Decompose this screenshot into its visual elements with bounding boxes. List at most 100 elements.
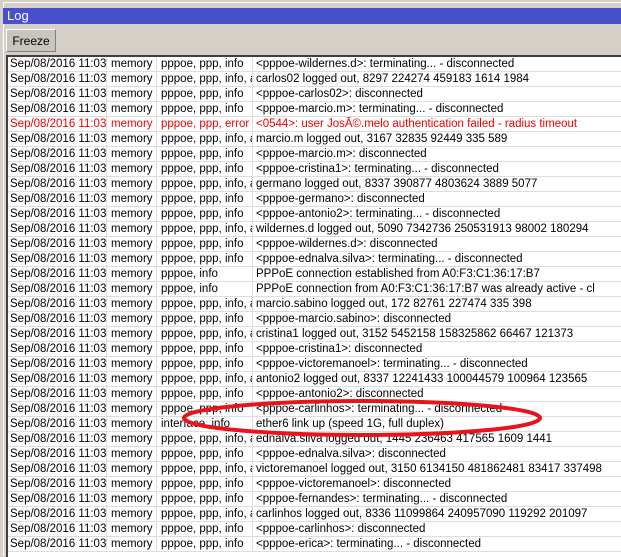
log-buffer: memory — [107, 222, 157, 236]
log-topics: pppoe, ppp, info — [157, 312, 253, 326]
log-time: Sep/08/2016 11:03:24 — [10, 192, 107, 206]
log-row[interactable]: Sep/08/2016 11:03:24memorypppoe, ppp, in… — [8, 432, 621, 447]
log-buffer: memory — [107, 477, 157, 491]
log-buffer: memory — [107, 267, 157, 281]
log-message: marcio.m logged out, 3167 32835 92449 33… — [256, 133, 508, 145]
log-message: <pppoe-marcio.m>: disconnected — [256, 148, 427, 160]
log-row[interactable]: Sep/08/2016 11:03:24memorypppoe, ppp, in… — [8, 192, 621, 207]
log-row[interactable]: Sep/08/2016 11:03:23memorypppoe, ppp, in… — [8, 147, 621, 162]
log-topics: pppoe, ppp, info, acc... — [157, 507, 253, 521]
log-row[interactable]: Sep/08/2016 11:03:24memorypppoe, ppp, in… — [8, 207, 621, 222]
log-row[interactable]: Sep/08/2016 11:03:23memorypppoe, ppp, in… — [8, 87, 621, 102]
log-buffer: memory — [107, 177, 157, 191]
log-row[interactable]: Sep/08/2016 11:03:24memorypppoe, ppp, in… — [8, 477, 621, 492]
log-topics: pppoe, ppp, info — [157, 492, 253, 506]
log-message: <pppoe-cristina1>: disconnected — [256, 343, 423, 355]
log-row[interactable]: Sep/08/2016 11:03:24memoryinterface, inf… — [8, 417, 621, 432]
log-topics: pppoe, ppp, info — [157, 87, 253, 101]
log-row[interactable]: Sep/08/2016 11:03:23memorypppoe, ppp, in… — [8, 162, 621, 177]
log-row[interactable]: Sep/08/2016 11:03:24memorypppoe, ppp, in… — [8, 237, 621, 252]
log-row[interactable]: Sep/08/2016 11:03:24memorypppoe, infoPPP… — [8, 267, 621, 282]
log-buffer: memory — [107, 252, 157, 266]
log-row[interactable]: Sep/08/2016 11:03:24memorypppoe, ppp, in… — [8, 492, 621, 507]
log-time: Sep/08/2016 11:03:23 — [10, 117, 107, 131]
log-buffer: memory — [107, 297, 157, 311]
log-topics: pppoe, ppp, info, acc... — [157, 72, 253, 86]
log-topics: pppoe, ppp, info, acc... — [157, 327, 253, 341]
log-buffer: memory — [107, 147, 157, 161]
log-message: <pppoe-erica>: terminating... - disconne… — [256, 538, 482, 550]
log-row[interactable]: Sep/08/2016 11:03:24memorypppoe, ppp, in… — [8, 462, 621, 477]
log-row[interactable]: Sep/08/2016 11:03:24memorypppoe, ppp, in… — [8, 507, 621, 522]
freeze-button[interactable]: Freeze — [6, 29, 56, 52]
log-topics: pppoe, ppp, info — [157, 237, 253, 251]
log-row[interactable]: Sep/08/2016 11:03:22memorypppoe, ppp, in… — [8, 57, 621, 72]
log-topics: pppoe, info — [157, 267, 253, 281]
log-row[interactable]: Sep/08/2016 11:03:24memorypppoe, ppp, in… — [8, 177, 621, 192]
log-time: Sep/08/2016 11:03:24 — [10, 537, 107, 551]
log-row[interactable]: Sep/08/2016 11:03:24memorypppoe, ppp, in… — [8, 387, 621, 402]
log-row[interactable]: Sep/08/2016 11:03:24memorypppoe, ppp, in… — [8, 357, 621, 372]
log-row[interactable]: Sep/08/2016 11:03:24memorypppoe, ppp, in… — [8, 342, 621, 357]
log-row[interactable]: Sep/08/2016 11:03:24memorypppoe, ppp, in… — [8, 312, 621, 327]
log-message: ether6 link up (speed 1G, full duplex) — [256, 418, 444, 430]
log-time: Sep/08/2016 11:03:24 — [10, 462, 107, 476]
log-time: Sep/08/2016 11:03:24 — [10, 522, 107, 536]
log-row[interactable]: Sep/08/2016 11:03:24memorypppoe, ppp, in… — [8, 327, 621, 342]
log-buffer: memory — [107, 162, 157, 176]
log-buffer: memory — [107, 57, 157, 71]
log-message: <pppoe-victoremanoel>: terminating... - … — [256, 358, 528, 370]
log-topics: pppoe, ppp, info — [157, 447, 253, 461]
log-buffer: memory — [107, 102, 157, 116]
log-time: Sep/08/2016 11:03:24 — [10, 387, 107, 401]
log-buffer: memory — [107, 417, 157, 431]
log-topics: pppoe, ppp, info, acc... — [157, 372, 253, 386]
log-time: Sep/08/2016 11:03:24 — [10, 342, 107, 356]
log-time: Sep/08/2016 11:03:23 — [10, 147, 107, 161]
log-topics: pppoe, ppp, info — [157, 522, 253, 536]
log-buffer: memory — [107, 537, 157, 551]
log-topics: pppoe, ppp, error — [157, 117, 253, 131]
log-topics: pppoe, ppp, info — [157, 162, 253, 176]
log-message: <pppoe-carlinhos>: terminating... - disc… — [256, 403, 503, 415]
log-time: Sep/08/2016 11:03:24 — [10, 477, 107, 491]
log-message: PPPoE connection from A0:F3:C1:36:17:B7 … — [256, 283, 595, 295]
log-row[interactable]: Sep/08/2016 11:03:24memorypppoe, ppp, in… — [8, 537, 621, 552]
log-time: Sep/08/2016 11:03:24 — [10, 402, 107, 416]
log-topics: pppoe, ppp, info, acc... — [157, 297, 253, 311]
log-message: <pppoe-wildernes.d>: terminating... - di… — [256, 58, 515, 70]
log-row[interactable]: Sep/08/2016 11:03:24memorypppoe, ppp, in… — [8, 252, 621, 267]
log-row[interactable]: Sep/08/2016 11:03:24memorypppoe, ppp, in… — [8, 522, 621, 537]
log-buffer: memory — [107, 207, 157, 221]
log-row[interactable]: Sep/08/2016 11:03:24memorypppoe, infoPPP… — [8, 282, 621, 297]
log-time: Sep/08/2016 11:03:24 — [10, 447, 107, 461]
log-topics: pppoe, ppp, info — [157, 477, 253, 491]
log-message: germano logged out, 8337 390877 4803624 … — [256, 178, 538, 190]
log-time: Sep/08/2016 11:03:24 — [10, 297, 107, 311]
log-topics: pppoe, ppp, info — [157, 387, 253, 401]
log-message: <pppoe-germano>: disconnected — [256, 193, 425, 205]
log-message: <pppoe-carlinhos>: disconnected — [256, 523, 426, 535]
log-topics: pppoe, ppp, info — [157, 147, 253, 161]
log-row[interactable]: Sep/08/2016 11:03:23memorypppoe, ppp, in… — [8, 102, 621, 117]
log-row[interactable]: Sep/08/2016 11:03:24memorypppoe, ppp, in… — [8, 372, 621, 387]
log-topics: pppoe, ppp, info — [157, 192, 253, 206]
log-buffer: memory — [107, 87, 157, 101]
log-row[interactable]: Sep/08/2016 11:03:23memorypppoe, ppp, er… — [8, 117, 621, 132]
log-row[interactable]: Sep/08/2016 11:03:24memorypppoe, ppp, in… — [8, 222, 621, 237]
log-message: <pppoe-ednalva.silva>: terminating... - … — [256, 253, 523, 265]
log-list[interactable]: Sep/08/2016 11:03:22memorypppoe, ppp, in… — [6, 55, 621, 557]
log-row[interactable]: Sep/08/2016 11:03:24memorypppoe, ppp, in… — [8, 447, 621, 462]
log-row[interactable]: Sep/08/2016 11:03:23memorypppoe, ppp, in… — [8, 132, 621, 147]
log-row[interactable]: Sep/08/2016 11:03:23memorypppoe, ppp, in… — [8, 72, 621, 87]
log-row[interactable]: Sep/08/2016 11:03:24memorypppoe, ppp, in… — [8, 402, 621, 417]
log-message: carlos02 logged out, 8297 224274 459183 … — [256, 73, 530, 85]
log-topics: interface, info — [157, 417, 253, 431]
log-time: Sep/08/2016 11:03:24 — [10, 207, 107, 221]
log-buffer: memory — [107, 507, 157, 521]
log-message: <pppoe-ednalva.silva>: disconnected — [256, 448, 446, 460]
log-row[interactable]: Sep/08/2016 11:03:24memorypppoe, ppp, in… — [8, 297, 621, 312]
log-message: <pppoe-antonio2>: terminating... - disco… — [256, 208, 501, 220]
log-buffer: memory — [107, 342, 157, 356]
log-message: <pppoe-cristina1>: terminating... - disc… — [256, 163, 499, 175]
